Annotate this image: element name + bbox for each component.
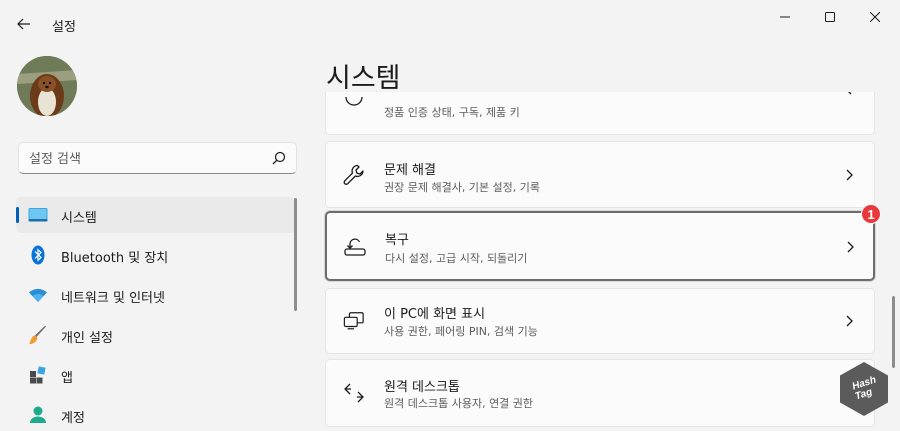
- card-title: 이 PC에 화면 표시: [384, 307, 486, 322]
- card-description: 정품 인증 상태, 구독, 제품 키: [384, 106, 520, 119]
- card-activation[interactable]: 정품 인증 상태, 구독, 제품 키: [325, 92, 875, 135]
- card-troubleshoot[interactable]: 문제 해결 권장 문제 해결사, 기본 설정, 기록: [325, 141, 875, 208]
- main-scrollbar[interactable]: [892, 296, 895, 368]
- system-display-icon: [28, 206, 48, 224]
- sidebar-item-personalization[interactable]: 개인 설정: [16, 317, 296, 353]
- sidebar-item-label: 앱: [61, 371, 73, 386]
- card-project-to-pc[interactable]: 이 PC에 화면 표시 사용 권한, 페어링 PIN, 검색 기능: [325, 288, 875, 354]
- sidebar-scrollbar[interactable]: [294, 198, 297, 311]
- minimize-button[interactable]: [762, 0, 808, 34]
- bluetooth-icon: [28, 245, 48, 265]
- chevron-right-icon: [846, 315, 853, 327]
- sidebar-item-label: 계정: [61, 411, 85, 426]
- card-description: 권장 문제 해결사, 기본 설정, 기록: [384, 181, 541, 194]
- card-description: 원격 데스크톱 사용자, 연결 권한: [384, 397, 534, 410]
- sidebar-item-accounts[interactable]: 계정: [16, 397, 296, 431]
- card-title: 문제 해결: [384, 163, 436, 178]
- card-recovery[interactable]: 복구 다시 설정, 고급 시작, 되돌리기: [325, 211, 875, 281]
- sidebar-item-label: 네트워크 및 인터넷: [61, 291, 165, 306]
- chevron-right-icon: [848, 92, 852, 95]
- sidebar-item-bluetooth[interactable]: Bluetooth 및 장치: [16, 237, 296, 273]
- paintbrush-icon: [28, 325, 48, 345]
- card-title: 복구: [385, 233, 409, 248]
- selection-indicator: [16, 207, 19, 223]
- search-icon: [272, 151, 286, 165]
- card-description: 사용 권한, 페어링 PIN, 검색 기능: [384, 325, 538, 338]
- dog-photo-icon: [17, 56, 77, 116]
- sidebar-item-system[interactable]: 시스템: [16, 197, 296, 233]
- remote-desktop-icon: [343, 382, 365, 404]
- maximize-button[interactable]: [807, 0, 853, 34]
- chevron-right-icon: [846, 169, 853, 181]
- back-button[interactable]: [10, 12, 38, 36]
- close-button[interactable]: [852, 0, 898, 34]
- title-bar: 설정: [0, 0, 900, 48]
- back-arrow-icon: [17, 18, 30, 30]
- sidebar-item-network[interactable]: 네트워크 및 인터넷: [16, 277, 296, 313]
- account-icon: [28, 406, 48, 424]
- recovery-icon: [344, 236, 366, 258]
- page-title: 시스템: [326, 63, 401, 94]
- chevron-right-icon: [847, 241, 854, 253]
- sidebar-item-apps[interactable]: 앱: [16, 357, 296, 393]
- activation-icon: [343, 92, 365, 114]
- user-avatar[interactable]: [17, 56, 77, 116]
- search-box[interactable]: [18, 142, 297, 174]
- maximize-icon: [825, 12, 835, 22]
- card-remote-desktop[interactable]: 원격 데스크톱 원격 데스크톱 사용자, 연결 권한: [325, 359, 875, 427]
- wifi-icon: [28, 286, 48, 304]
- close-icon: [870, 12, 880, 22]
- project-screen-icon: [343, 310, 365, 332]
- wrench-icon: [343, 164, 365, 186]
- search-input[interactable]: [29, 149, 259, 169]
- minimize-icon: [780, 16, 790, 18]
- sidebar-item-label: 개인 설정: [61, 331, 113, 346]
- sidebar-item-label: Bluetooth 및 장치: [61, 251, 169, 266]
- card-description: 다시 설정, 고급 시작, 되돌리기: [385, 252, 528, 265]
- app-title: 설정: [52, 20, 76, 35]
- sidebar-item-label: 시스템: [61, 211, 97, 226]
- apps-icon: [28, 366, 48, 384]
- step-number-badge: 1: [861, 204, 881, 224]
- card-title: 원격 데스크톱: [384, 380, 460, 395]
